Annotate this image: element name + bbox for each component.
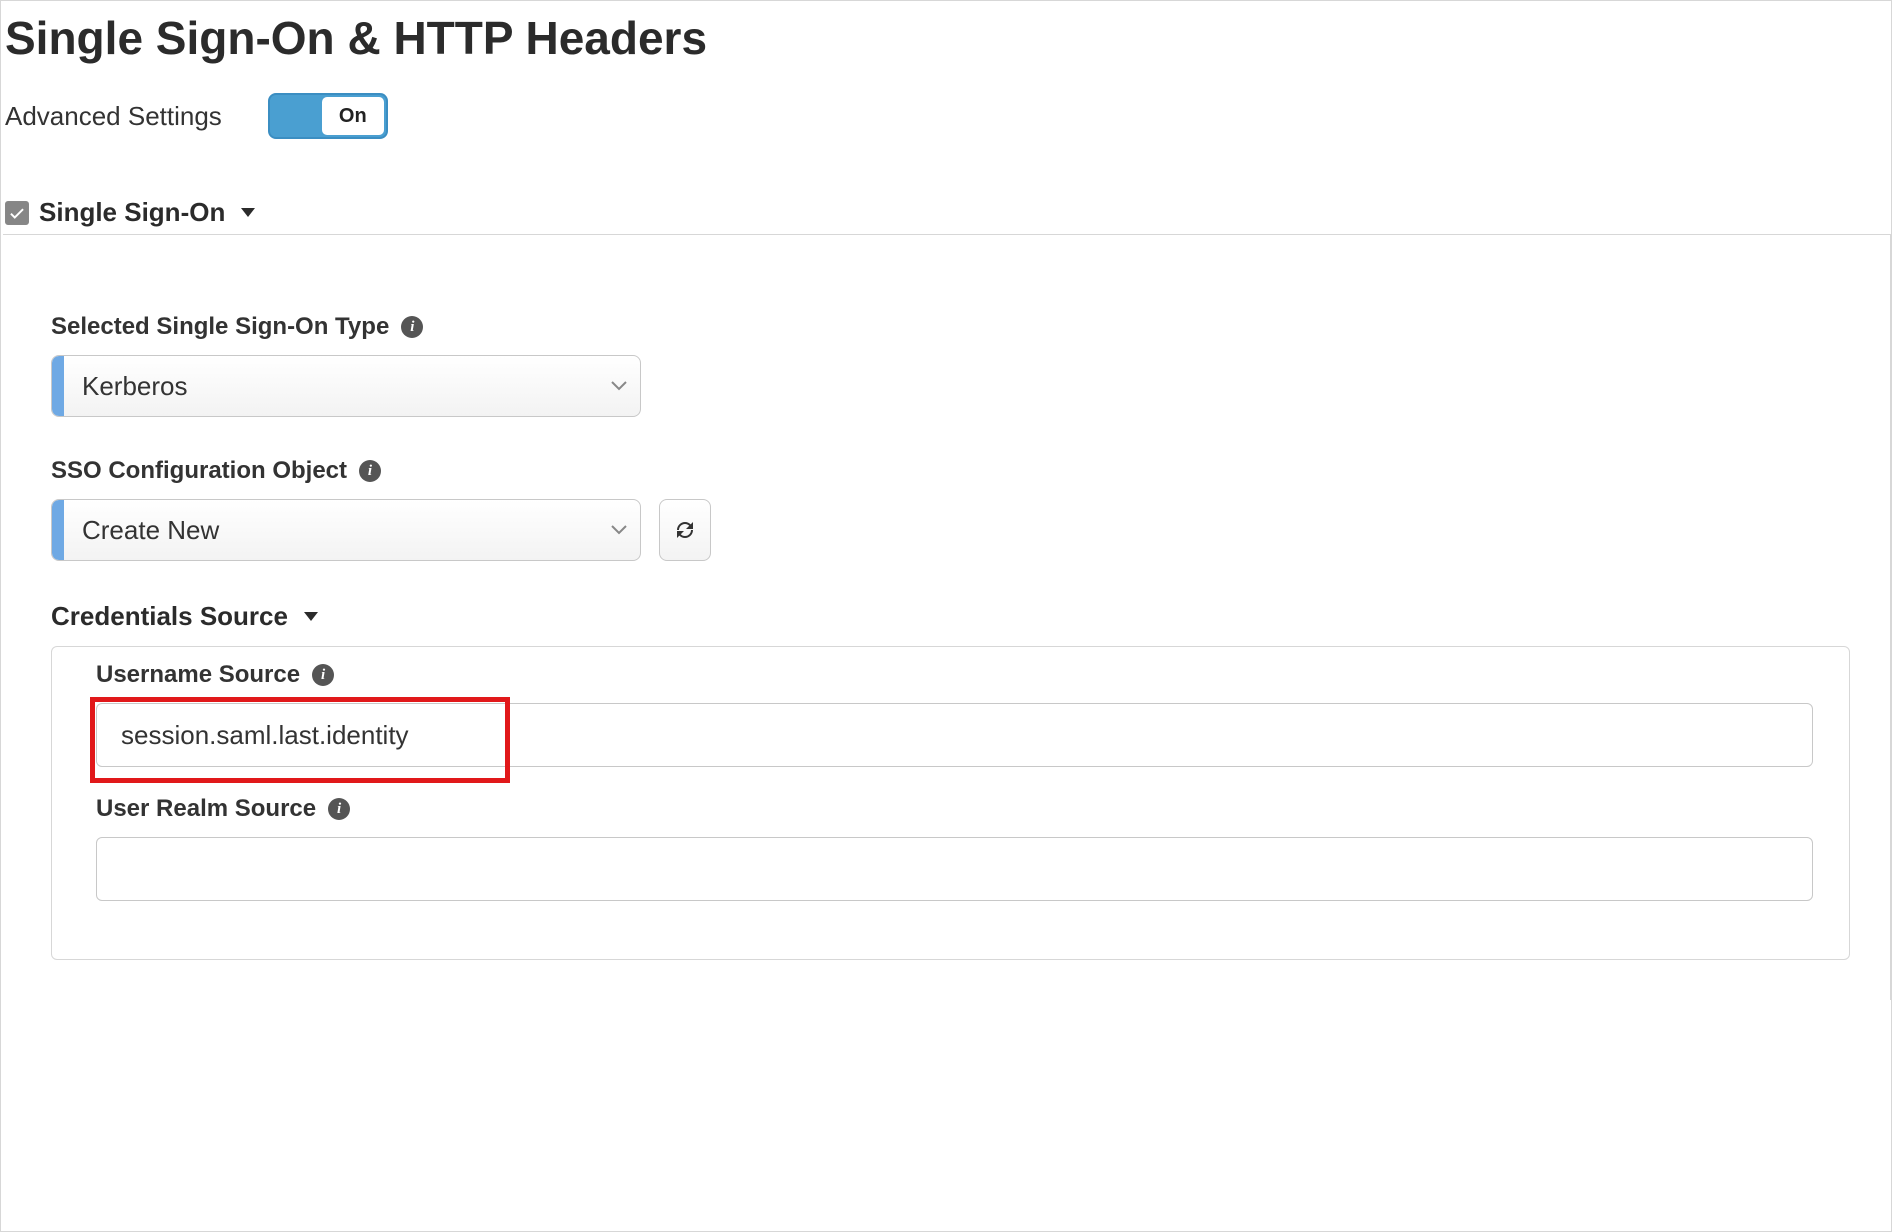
toggle-state: On bbox=[339, 105, 367, 128]
sso-config-label-text: SSO Configuration Object bbox=[51, 457, 347, 485]
advanced-settings-toggle[interactable]: On bbox=[268, 93, 388, 139]
advanced-settings-label: Advanced Settings bbox=[5, 101, 222, 132]
chevron-down-icon bbox=[598, 525, 640, 535]
user-realm-source-wrap bbox=[96, 837, 1813, 901]
select-accent bbox=[52, 356, 64, 416]
toggle-knob: On bbox=[322, 97, 384, 135]
info-icon[interactable]: i bbox=[328, 798, 350, 820]
sso-checkbox[interactable] bbox=[5, 201, 29, 225]
advanced-settings-row: Advanced Settings On bbox=[1, 93, 1891, 139]
info-icon[interactable]: i bbox=[401, 316, 423, 338]
page-title: Single Sign-On & HTTP Headers bbox=[1, 1, 1891, 93]
refresh-icon bbox=[673, 518, 697, 542]
sso-section-header[interactable]: Single Sign-On bbox=[1, 197, 1891, 228]
credentials-source-panel: Username Source i User Realm Source i bbox=[51, 646, 1850, 960]
info-icon[interactable]: i bbox=[359, 460, 381, 482]
check-icon bbox=[8, 204, 26, 222]
user-realm-source-label: User Realm Source i bbox=[96, 795, 1813, 823]
credentials-source-title: Credentials Source bbox=[51, 601, 288, 632]
credentials-source-header[interactable]: Credentials Source bbox=[51, 601, 1850, 632]
user-realm-source-label-text: User Realm Source bbox=[96, 795, 316, 823]
sso-config-label: SSO Configuration Object i bbox=[51, 457, 1850, 485]
sso-section-title: Single Sign-On bbox=[39, 197, 225, 228]
sso-type-label-text: Selected Single Sign-On Type bbox=[51, 313, 389, 341]
chevron-down-icon bbox=[304, 612, 318, 621]
chevron-down-icon bbox=[598, 381, 640, 391]
username-source-highlight bbox=[96, 703, 1813, 767]
chevron-down-icon bbox=[241, 208, 255, 217]
sso-config-select[interactable]: Create New bbox=[51, 499, 641, 561]
info-icon[interactable]: i bbox=[312, 664, 334, 686]
username-source-label: Username Source i bbox=[96, 661, 1813, 689]
user-realm-source-input[interactable] bbox=[96, 837, 1813, 901]
username-source-input[interactable] bbox=[96, 703, 1813, 767]
sso-type-label: Selected Single Sign-On Type i bbox=[51, 313, 1850, 341]
sso-type-value: Kerberos bbox=[64, 371, 598, 402]
select-accent bbox=[52, 500, 64, 560]
sso-type-select[interactable]: Kerberos bbox=[51, 355, 641, 417]
sso-config-value: Create New bbox=[64, 515, 598, 546]
refresh-button[interactable] bbox=[659, 499, 711, 561]
username-source-label-text: Username Source bbox=[96, 661, 300, 689]
sso-panel: Selected Single Sign-On Type i Kerberos … bbox=[3, 234, 1891, 1000]
